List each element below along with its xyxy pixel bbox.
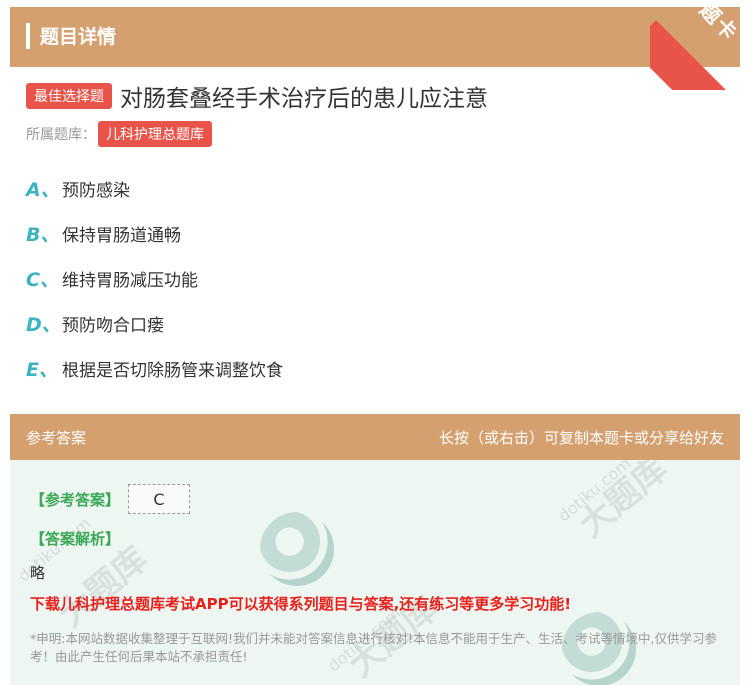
option-text: 预防吻合口瘘	[62, 315, 164, 336]
option-c[interactable]: C、 维持胃肠减压功能	[26, 266, 198, 291]
page-title: 题目详情	[40, 26, 117, 48]
option-b[interactable]: B、 保持胃肠道通畅	[26, 221, 181, 246]
page-header: 题目详情	[10, 7, 740, 67]
answer-section-header: 参考答案 长按（或右击）可复制本题卡或分享给好友	[10, 414, 740, 460]
option-letter: C、	[26, 268, 59, 291]
download-app-link[interactable]: 下载儿科护理总题库考试APP可以获得系列题目与答案,还有练习等更多学习功能!	[30, 593, 571, 614]
answer-label: 【参考答案】	[30, 490, 121, 509]
question-bank-line: 所属题库： 儿科护理总题库	[26, 121, 212, 147]
option-letter: A、	[26, 178, 60, 201]
answer-section-body: 大题库 大题库 大题库 dotiku.com dotiku.com dotiku…	[10, 460, 740, 685]
reference-answer-row: 【参考答案】 C	[30, 484, 191, 514]
analysis-label: 【答案解析】	[30, 530, 121, 548]
question-line: 最佳选择题 对肠套叠经手术治疗后的患儿应注意	[26, 80, 488, 112]
answer-value: C	[128, 484, 191, 514]
question-text: 对肠套叠经手术治疗后的患儿应注意	[120, 86, 488, 112]
option-text: 保持胃肠道通畅	[62, 225, 181, 246]
analysis-text: 略	[30, 564, 46, 582]
option-a[interactable]: A、 预防感染	[26, 176, 130, 201]
answer-section-title: 参考答案	[26, 429, 87, 447]
header-accent-bar	[26, 23, 30, 49]
bank-name-tag[interactable]: 儿科护理总题库	[98, 121, 212, 147]
option-e[interactable]: E、 根据是否切除肠管来调整饮食	[26, 356, 283, 381]
option-letter: D、	[26, 313, 61, 336]
option-letter: E、	[26, 358, 58, 381]
option-d[interactable]: D、 预防吻合口瘘	[26, 311, 164, 336]
option-letter: B、	[26, 223, 60, 246]
question-type-tag: 最佳选择题	[26, 83, 112, 109]
watermark-logo-icon	[260, 512, 334, 586]
option-text: 根据是否切除肠管来调整饮食	[62, 360, 283, 381]
option-text: 维持胃肠减压功能	[62, 270, 198, 291]
question-card-ribbon[interactable]: 题卡	[650, 0, 750, 90]
share-hint: 长按（或右击）可复制本题卡或分享给好友	[438, 429, 724, 447]
option-text: 预防感染	[62, 180, 130, 201]
ribbon-label: 题卡	[694, 0, 743, 46]
disclaimer: *申明:本网站数据收集整理于互联网!我们并未能对答案信息进行核对!本信息不能用于…	[30, 631, 717, 664]
bank-label: 所属题库：	[26, 127, 96, 143]
analysis-row: 【答案解析】	[30, 528, 120, 549]
